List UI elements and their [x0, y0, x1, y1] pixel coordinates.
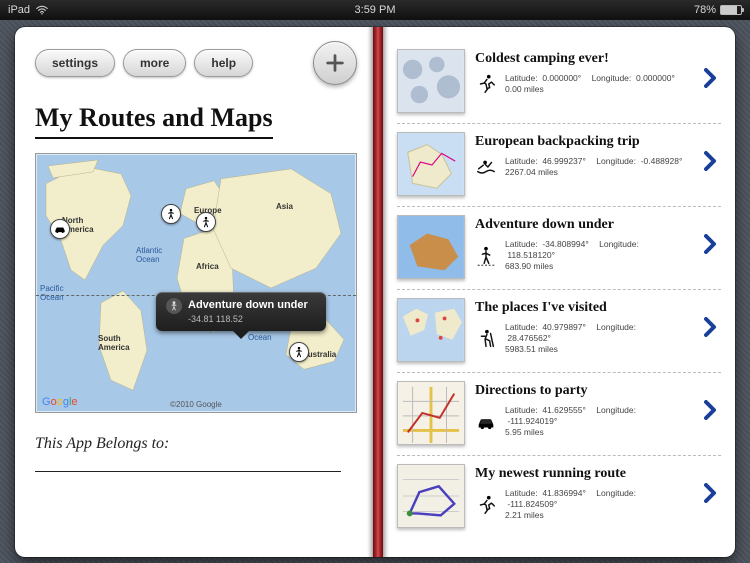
route-title: My newest running route: [475, 466, 691, 482]
map-marker-walk-2[interactable]: [196, 212, 216, 232]
device-label: iPad: [8, 4, 30, 16]
battery-pct: 78%: [694, 4, 716, 16]
wifi-icon: [36, 4, 48, 16]
help-button[interactable]: help: [194, 49, 253, 77]
route-coords: Latitude: 46.999237° Longitude: -0.48892…: [505, 156, 690, 179]
label-africa: Africa: [196, 262, 219, 271]
google-logo: Google: [42, 396, 78, 408]
page-right: Coldest camping ever! Latitude: 0.000000…: [375, 27, 735, 557]
route-title: European backpacking trip: [475, 134, 691, 150]
route-title: The places I've visited: [475, 300, 691, 316]
map-callout[interactable]: Adventure down under -34.81 118.52: [156, 292, 326, 331]
route-thumbnail: [397, 49, 465, 113]
route-coords: Latitude: 0.000000° Longitude: 0.000000°…: [505, 73, 683, 96]
page-title: My Routes and Maps: [35, 103, 273, 139]
route-list: Coldest camping ever! Latitude: 0.000000…: [397, 41, 721, 538]
route-thumbnail: [397, 215, 465, 279]
add-button[interactable]: [313, 41, 357, 85]
route-title: Adventure down under: [475, 217, 691, 233]
settings-button[interactable]: settings: [35, 49, 115, 77]
disclosure-chevron-icon[interactable]: [703, 68, 719, 93]
route-thumbnail: [397, 132, 465, 196]
callout-title: Adventure down under: [188, 299, 308, 313]
route-thumbnail: [397, 464, 465, 528]
belongs-label: This App Belongs to:: [35, 435, 357, 453]
notebook: settings more help My Routes and Maps: [15, 27, 735, 557]
callout-coords: -34.81 118.52: [166, 314, 316, 325]
hike-icon: [475, 328, 497, 350]
disclosure-chevron-icon[interactable]: [703, 483, 719, 508]
disclosure-chevron-icon[interactable]: [703, 234, 719, 259]
belongs-input-line[interactable]: [35, 471, 341, 472]
page-left: settings more help My Routes and Maps: [15, 27, 375, 557]
route-item[interactable]: Coldest camping ever! Latitude: 0.000000…: [397, 41, 721, 124]
row-icon: [475, 156, 497, 178]
world-land-icon: [36, 154, 356, 412]
label-atlantic: Atlantic Ocean: [136, 246, 162, 264]
notebook-spine: [373, 27, 383, 557]
walk-icon: [475, 245, 497, 267]
route-title: Coldest camping ever!: [475, 51, 691, 67]
run-icon: [475, 73, 497, 95]
route-item[interactable]: Adventure down under Latitude: -34.80899…: [397, 207, 721, 290]
battery-icon: [720, 5, 742, 15]
route-thumbnail: [397, 381, 465, 445]
car-icon: [475, 411, 497, 433]
status-time: 3:59 PM: [355, 4, 396, 16]
disclosure-chevron-icon[interactable]: [703, 151, 719, 176]
run-icon: [475, 494, 497, 516]
world-map[interactable]: North America South America Europe Afric…: [35, 153, 357, 413]
route-coords: Latitude: -34.808994° Longitude: 118.518…: [505, 239, 691, 273]
more-button[interactable]: more: [123, 49, 186, 77]
route-item[interactable]: European backpacking trip Latitude: 46.9…: [397, 124, 721, 207]
route-thumbnail: [397, 298, 465, 362]
route-item[interactable]: My newest running route Latitude: 41.836…: [397, 456, 721, 538]
label-south-america: South America: [98, 334, 130, 352]
route-item[interactable]: Directions to party Latitude: 41.629555°…: [397, 373, 721, 456]
map-marker-walk-1[interactable]: [161, 204, 181, 224]
route-title: Directions to party: [475, 383, 691, 399]
route-coords: Latitude: 41.836994° Longitude: -111.824…: [505, 488, 691, 522]
route-item[interactable]: The places I've visited Latitude: 40.979…: [397, 290, 721, 373]
map-marker-walk-3[interactable]: [289, 342, 309, 362]
status-bar: iPad 3:59 PM 78%: [0, 0, 750, 20]
map-attribution: ©2010 Google: [170, 400, 222, 409]
label-asia: Asia: [276, 202, 293, 211]
label-pacific: Pacific Ocean: [40, 284, 64, 302]
map-marker-car[interactable]: [50, 219, 70, 239]
disclosure-chevron-icon[interactable]: [703, 317, 719, 342]
route-coords: Latitude: 41.629555° Longitude: -111.924…: [505, 405, 691, 439]
route-coords: Latitude: 40.979897° Longitude: 28.47656…: [505, 322, 691, 356]
plus-icon: [324, 52, 346, 74]
callout-person-icon: [166, 298, 182, 314]
disclosure-chevron-icon[interactable]: [703, 400, 719, 425]
